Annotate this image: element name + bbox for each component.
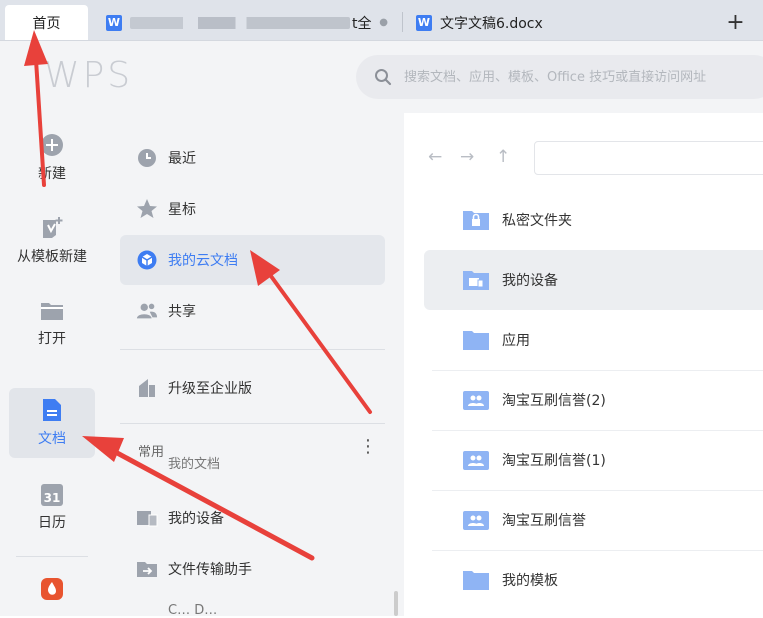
app-icon [41,578,63,600]
sidebar-item-label: 最近 [168,151,196,167]
header: WPS [0,41,763,113]
folder-icon [463,571,489,590]
rail-label: 文档 [38,431,66,447]
wps-logo: WPS [44,55,134,96]
sidebar-item-label: 文件传输助手 [168,562,252,578]
back-arrow-icon[interactable]: ← [428,147,442,167]
section-label-frequent: 常用 [138,445,165,460]
shared-folder-icon [463,511,489,530]
rail-open[interactable]: 打开 [9,289,95,359]
sidebar-item-label: 星标 [168,202,196,218]
tab-doc2-label: 文字文稿6.docx [440,15,543,32]
building-icon [139,379,155,397]
left-rail: 新建 从模板新建 打开 文档 31 日历 [0,113,104,616]
device-icon [137,511,158,527]
search-input[interactable] [402,68,763,86]
tab-home-label: 首页 [32,15,61,32]
blurred-tab-title [130,16,350,29]
folder-icon [463,331,489,350]
rail-label: 打开 [38,331,66,347]
transfer-icon [137,562,157,577]
file-name: 我的模板 [502,573,558,589]
file-row-private-folder[interactable]: 私密文件夹 [424,190,763,250]
calendar-icon: 31 [41,484,63,506]
sidebar-scrollbar[interactable] [394,591,398,616]
sidebar-item-file-transfer[interactable]: 文件传输助手 [120,544,385,594]
file-row-apps[interactable]: 应用 [424,310,763,370]
location-sidebar: 最近 星标 我的云文档 共享 升级至企业版 常用 ⋮ 我的文档 我的设备 文件传… [104,113,404,618]
sidebar-item-label: 升级至企业版 [168,381,252,397]
rail-new[interactable]: 新建 [9,123,95,193]
file-browser: ← → ↑ 私密文件夹 我的设备 应用 淘宝互刷信誉(2) 淘宝互刷信誉(1) … [404,113,763,616]
device-folder-icon [463,271,489,290]
rail-divider [16,556,88,557]
folder-icon [41,303,63,320]
sidebar-item-my-cloud-docs[interactable]: 我的云文档 [120,235,385,285]
scrolled-item-label: 我的文档 [168,457,221,472]
file-row-shared-folder[interactable]: 淘宝互刷信誉 [424,490,763,550]
star-icon [137,199,157,218]
clock-icon [138,149,156,167]
sidebar-item-upgrade-enterprise[interactable]: 升级至企业版 [120,363,385,413]
shared-folder-icon [463,391,489,410]
sidebar-divider [120,423,385,424]
rail-label: 日历 [38,515,66,531]
rail-label: 从模板新建 [17,249,87,265]
up-arrow-icon[interactable]: ↑ [496,147,510,167]
file-row-shared-folder-1[interactable]: 淘宝互刷信誉(1) [424,430,763,490]
sidebar-item-label: 共享 [168,304,196,320]
shared-folder-icon [463,451,489,470]
plus-circle-icon [41,134,63,156]
people-icon [136,303,158,319]
file-name: 淘宝互刷信誉(2) [502,393,606,409]
rail-app[interactable] [9,561,95,617]
cloud-cube-icon [137,250,157,270]
file-row-my-templates[interactable]: 我的模板 [424,550,763,610]
new-tab-button[interactable]: + [708,5,763,40]
tab-bar: 首页 W t全 ● W 文字文稿6.docx + [0,0,763,41]
file-name: 我的设备 [502,273,558,289]
writer-doc-icon: W [106,14,122,31]
tab-title-tail: t全 [352,15,372,32]
forward-arrow-icon[interactable]: → [460,147,474,167]
sidebar-item-shared[interactable]: 共享 [120,286,385,336]
search-box[interactable] [356,55,763,99]
file-name: 淘宝互刷信誉 [502,513,586,529]
tab-document-blurred[interactable]: W t全 ● [94,5,400,40]
writer-doc-icon: W [416,14,432,31]
more-options-icon[interactable]: ⋮ [359,436,378,457]
sidebar-item-label: 我的设备 [168,511,224,527]
rail-calendar[interactable]: 31 日历 [9,473,95,543]
rail-label: 新建 [38,166,66,182]
path-bar[interactable] [534,141,763,175]
rail-new-from-template[interactable]: 从模板新建 [9,206,95,276]
sidebar-item-my-device[interactable]: 我的设备 [120,493,385,543]
tab-separator [402,12,403,32]
rail-documents[interactable]: 文档 [9,388,95,458]
sidebar-item-recent[interactable]: 最近 [120,133,385,183]
unsaved-dot-icon: ● [379,17,388,28]
document-icon [43,399,61,421]
sidebar-item-starred[interactable]: 星标 [120,184,385,234]
file-row-my-device[interactable]: 我的设备 [424,250,763,310]
tab-document-2[interactable]: W 文字文稿6.docx [404,5,708,40]
tab-home[interactable]: 首页 [5,5,88,40]
file-name: 淘宝互刷信誉(1) [502,453,606,469]
file-name: 应用 [502,333,530,349]
search-icon [375,69,392,86]
sidebar-item-label: 我的云文档 [168,253,238,269]
file-name: 私密文件夹 [502,213,572,229]
lock-folder-icon [463,211,489,230]
file-row-shared-folder-2[interactable]: 淘宝互刷信誉(2) [424,370,763,430]
sidebar-divider [120,349,385,350]
template-icon [43,217,63,238]
